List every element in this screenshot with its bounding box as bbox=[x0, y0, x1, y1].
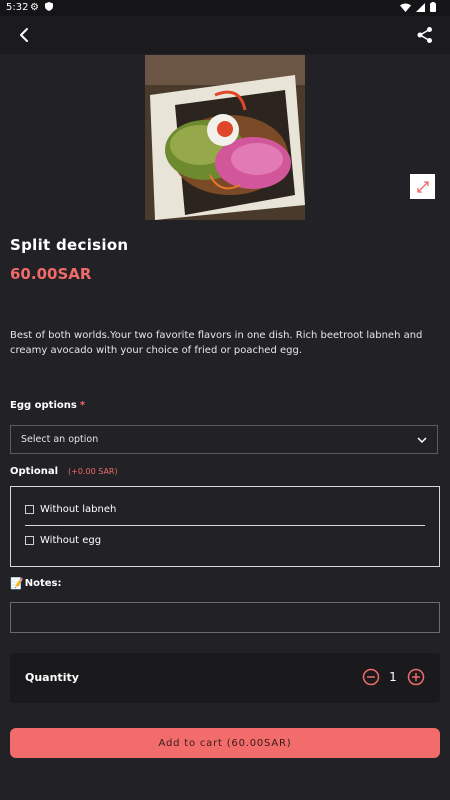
egg-options-label: Egg options * bbox=[10, 400, 85, 411]
notes-label-text: Notes: bbox=[24, 578, 62, 589]
option-label: Without labneh bbox=[40, 504, 117, 515]
expand-icon bbox=[416, 180, 429, 193]
status-time: 5:32 bbox=[6, 2, 29, 13]
signal-icon bbox=[416, 2, 425, 12]
required-mark: * bbox=[79, 400, 86, 411]
settings-status-icon: ⚙ bbox=[30, 2, 39, 13]
chevron-down-icon bbox=[417, 436, 427, 443]
optional-label: Optional bbox=[10, 466, 59, 477]
optional-header: Optional (+0.00 SAR) bbox=[10, 466, 118, 477]
app-bar bbox=[0, 16, 450, 54]
notes-input[interactable] bbox=[10, 602, 440, 633]
optional-extra-price: (+0.00 SAR) bbox=[68, 467, 118, 476]
notes-label: 📝 Notes: bbox=[10, 577, 61, 590]
quantity-value: 1 bbox=[389, 670, 397, 684]
share-icon[interactable] bbox=[414, 24, 436, 46]
add-to-cart-button[interactable]: Add to cart (60.00SAR) bbox=[10, 728, 440, 758]
product-image[interactable] bbox=[145, 55, 305, 220]
option-label: Without egg bbox=[40, 535, 102, 546]
option-without-labneh[interactable]: Without labneh bbox=[25, 504, 116, 515]
optional-items-box: Without labneh Without egg bbox=[10, 486, 440, 567]
product-price: 60.00SAR bbox=[10, 265, 92, 283]
wifi-icon bbox=[400, 3, 411, 12]
minus-circle-icon[interactable] bbox=[362, 668, 380, 686]
back-arrow-icon[interactable] bbox=[14, 24, 36, 46]
status-bar: 5:32 ⚙ bbox=[0, 0, 450, 16]
divider bbox=[25, 525, 425, 526]
status-indicators bbox=[400, 2, 436, 12]
food-photo bbox=[145, 55, 305, 220]
plus-circle-icon[interactable] bbox=[407, 668, 425, 686]
memo-icon: 📝 bbox=[10, 577, 24, 590]
checkbox[interactable] bbox=[25, 505, 34, 514]
battery-icon bbox=[430, 2, 436, 12]
quantity-card: Quantity 1 bbox=[10, 653, 440, 703]
product-description: Best of both worlds.Your two favorite fl… bbox=[10, 330, 423, 356]
product-title: Split decision bbox=[10, 236, 129, 254]
checkbox[interactable] bbox=[25, 536, 34, 545]
quantity-label: Quantity bbox=[25, 671, 79, 684]
expand-image-button[interactable] bbox=[410, 174, 435, 199]
shield-status-icon bbox=[45, 2, 53, 11]
select-placeholder: Select an option bbox=[21, 434, 99, 445]
egg-options-label-text: Egg options bbox=[10, 400, 77, 411]
egg-options-select[interactable]: Select an option bbox=[10, 425, 438, 454]
option-without-egg[interactable]: Without egg bbox=[25, 535, 101, 546]
